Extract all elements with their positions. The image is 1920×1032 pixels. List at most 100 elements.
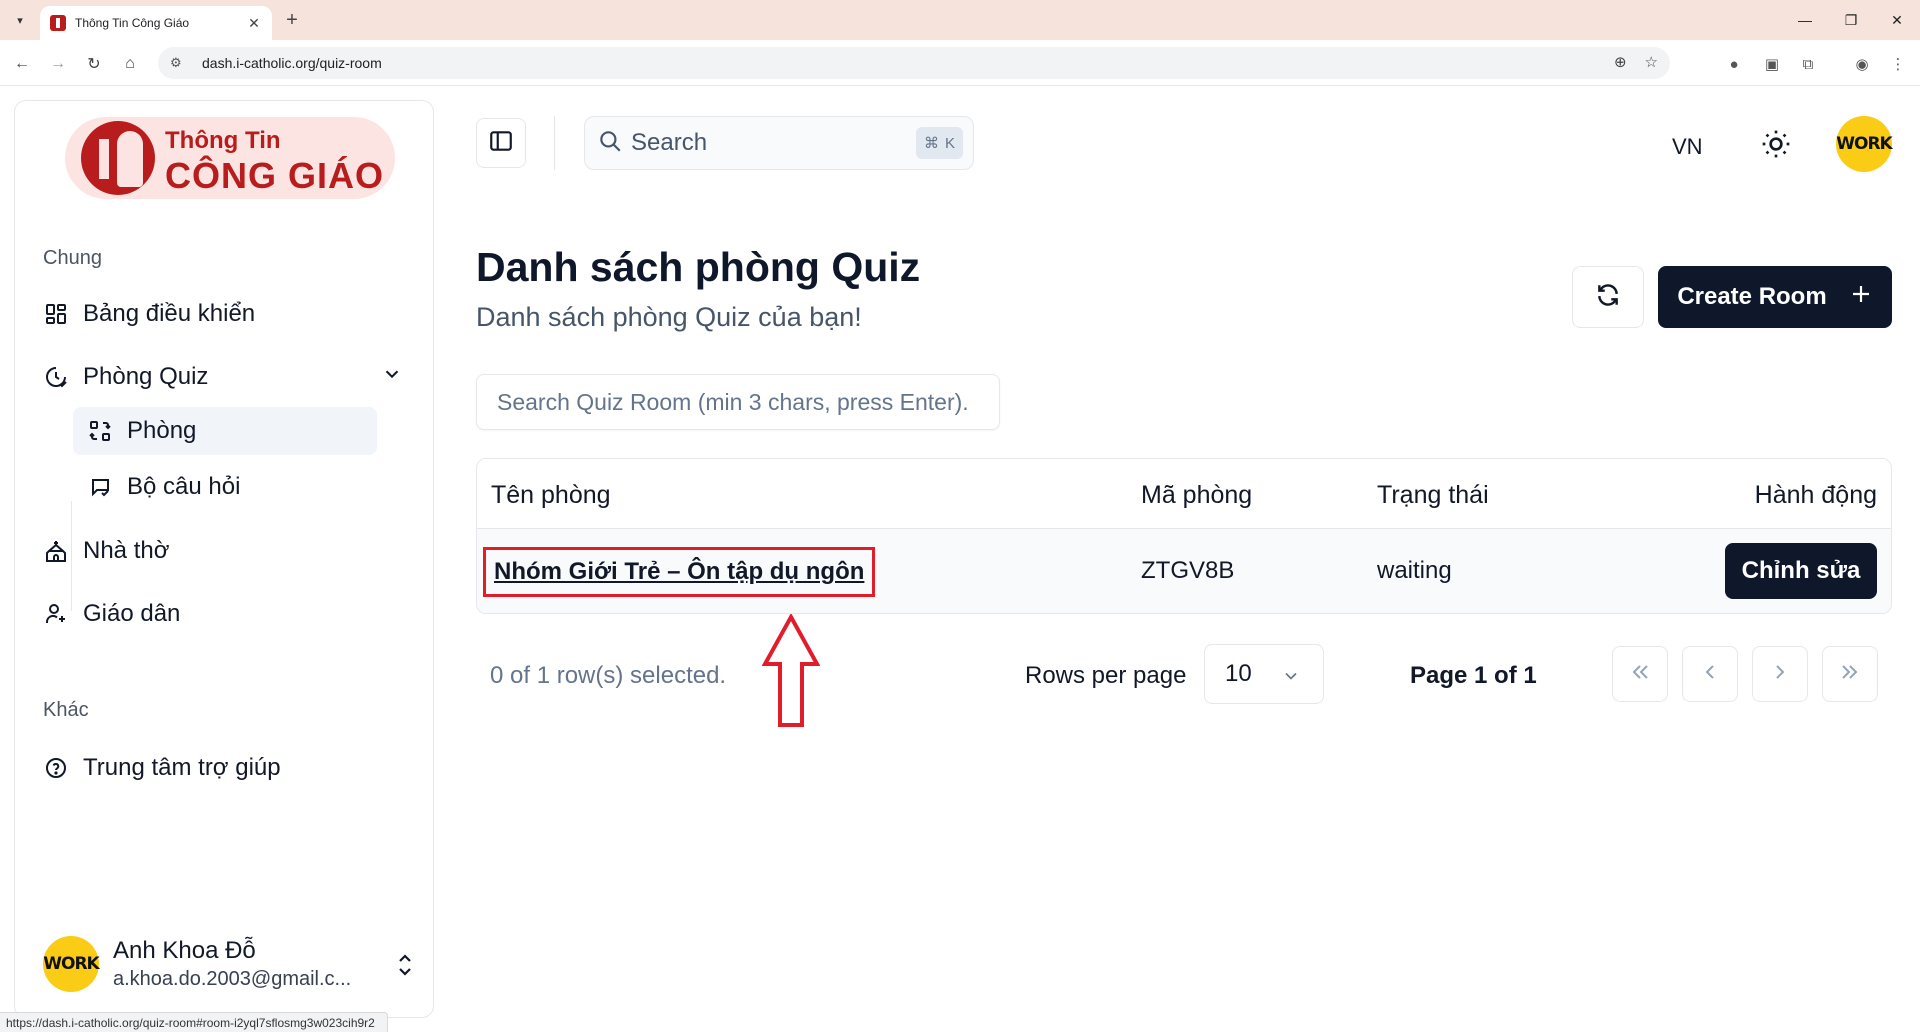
language-switcher[interactable]: VN [1672,134,1703,160]
user-name: Anh Khoa Đỗ [113,937,256,964]
home-icon[interactable]: ⌂ [118,52,142,76]
search-icon [597,128,623,159]
selection-count: 0 of 1 row(s) selected. [490,662,727,689]
room-search-input[interactable] [476,374,1000,430]
rooms-table: Tên phòng Mã phòng Trạng thái Hành động … [476,458,1892,614]
sidebar-subitem-rooms[interactable]: Phòng [73,407,377,455]
site-favicon-icon [50,15,66,31]
zoom-icon[interactable]: ⊕ [1614,53,1627,71]
tab-title: Thông Tin Công Giáo [75,16,190,30]
sidebar-item-help-center[interactable]: Trung tâm trợ giúp [43,746,281,790]
sun-icon [1760,130,1792,164]
panel-left-icon [488,128,514,159]
chevrons-right-icon [1838,660,1862,689]
logo-text-line1: Thông Tin [165,127,281,154]
browser-menu-icon[interactable]: ⋮ [1888,54,1908,74]
browser-tab-strip: ▾ Thông Tin Công Giáo ✕ + — ❐ ✕ [0,0,1920,40]
dashboard-grid-icon [43,301,69,327]
theme-toggle-button[interactable] [1760,128,1792,160]
refresh-icon [1595,282,1621,313]
chevron-right-icon [1768,660,1792,689]
help-circle-icon [43,755,69,781]
back-arrow-icon[interactable]: ← [10,52,34,76]
sidebar-item-label: Trung tâm trợ giúp [83,754,281,781]
extension-icon[interactable]: ▣ [1762,54,1782,74]
church-icon [43,538,69,564]
tab-close-icon[interactable]: ✕ [246,15,262,32]
shortcut-badge: ⌘ K [915,127,963,159]
sidebar-subitem-label: Phòng [127,417,197,444]
user-avatar: WORK [43,936,100,992]
sidebar-item-label: Bảng điều khiển [83,300,256,327]
user-profile-menu[interactable]: WORK Anh Khoa Đỗ a.khoa.do.2003@gmail.c.… [43,929,413,999]
room-name-link[interactable]: Nhóm Giới Trẻ – Ôn tập dụ ngôn [483,547,875,597]
cookie-extension-icon[interactable]: ● [1724,54,1744,74]
topbar-divider [554,116,555,170]
link-status-bar: https://dash.i-catholic.org/quiz-room#ro… [0,1012,388,1032]
sidebar-item-label: Phòng Quiz [83,363,209,390]
browser-toolbar: ← → ↻ ⌂ ⚙ dash.i-catholic.org/quiz-room … [0,40,1920,86]
arrows-swap-icon [87,418,113,444]
reload-icon[interactable]: ↻ [82,52,106,76]
browser-tab[interactable]: Thông Tin Công Giáo ✕ [40,6,272,40]
page-title: Danh sách phòng Quiz [476,244,921,290]
next-page-button[interactable] [1752,646,1808,702]
column-header-name: Tên phòng [491,481,611,509]
rows-per-page-value: 10 [1225,660,1252,687]
create-room-button[interactable]: Create Room [1658,266,1892,328]
refresh-button[interactable] [1572,266,1644,328]
first-page-button[interactable] [1612,646,1668,702]
command-key-icon: ⌘ [923,135,939,152]
rows-per-page-select[interactable]: 10 [1204,644,1324,704]
last-page-button[interactable] [1822,646,1878,702]
sidebar-subitem-label: Bộ câu hỏi [127,473,241,500]
sidebar-item-quiz-room[interactable]: Phòng Quiz [43,355,423,399]
sidebar-toggle-button[interactable] [476,118,526,168]
table-header: Tên phòng Mã phòng Trạng thái Hành động [477,459,1891,529]
new-tab-button[interactable]: + [281,9,303,31]
bookmark-star-icon[interactable]: ☆ [1645,53,1658,71]
puzzle-extensions-icon[interactable]: ⧉ [1798,54,1818,74]
site-info-icon[interactable]: ⚙ [170,55,190,71]
forward-arrow-icon[interactable]: → [46,52,70,76]
page-info: Page 1 of 1 [1410,662,1537,689]
global-search[interactable]: Search ⌘ K [584,116,974,170]
profile-avatar-icon[interactable]: ◉ [1852,54,1872,74]
chevrons-left-icon [1628,660,1652,689]
brand-logo[interactable]: Thông Tin CÔNG GIÁO [65,117,395,199]
room-status: waiting [1377,557,1452,584]
clock-check-icon [43,364,69,390]
plus-icon [1849,282,1873,313]
shortcut-key: K [944,134,955,152]
user-plus-icon [43,601,69,627]
sidebar-item-parishioners[interactable]: Giáo dân [43,592,180,636]
top-user-avatar[interactable]: WORK [1836,116,1893,172]
chevron-left-icon [1698,660,1722,689]
red-up-arrow-annotation [762,614,820,727]
logo-text-line2: CÔNG GIÁO [165,155,385,196]
restore-button[interactable]: ❐ [1828,0,1874,40]
sidebar-subitem-question-sets[interactable]: Bộ câu hỏi [73,463,377,511]
sidebar: Thông Tin CÔNG GIÁO Chung Bảng điều khiể… [14,100,434,1018]
page-subtitle: Danh sách phòng Quiz của bạn! [476,302,862,332]
minimize-button[interactable]: — [1782,0,1828,40]
room-code: ZTGV8B [1141,557,1235,584]
group-label-general: Chung [43,247,102,269]
chevrons-up-down-icon[interactable] [393,951,417,984]
group-label-other: Khác [43,699,89,721]
column-header-action: Hành động [1754,481,1877,509]
chevron-down-icon [1281,665,1301,693]
tab-search-button[interactable]: ▾ [8,9,32,31]
column-header-code: Mã phòng [1141,481,1253,509]
sidebar-item-dashboard[interactable]: Bảng điều khiển [43,292,255,336]
sidebar-item-church[interactable]: Nhà thờ [43,529,169,573]
search-placeholder: Search [631,129,708,156]
edit-room-button[interactable]: Chỉnh sửa [1725,543,1877,599]
close-window-button[interactable]: ✕ [1874,0,1920,40]
chevron-down-icon[interactable] [381,363,403,392]
address-bar[interactable]: ⚙ dash.i-catholic.org/quiz-room ⊕ ☆ [158,47,1670,79]
sidebar-item-label: Giáo dân [83,600,181,627]
previous-page-button[interactable] [1682,646,1738,702]
rows-per-page-label: Rows per page [1025,662,1187,689]
table-row: Nhóm Giới Trẻ – Ôn tập dụ ngôn ZTGV8B wa… [477,529,1891,613]
